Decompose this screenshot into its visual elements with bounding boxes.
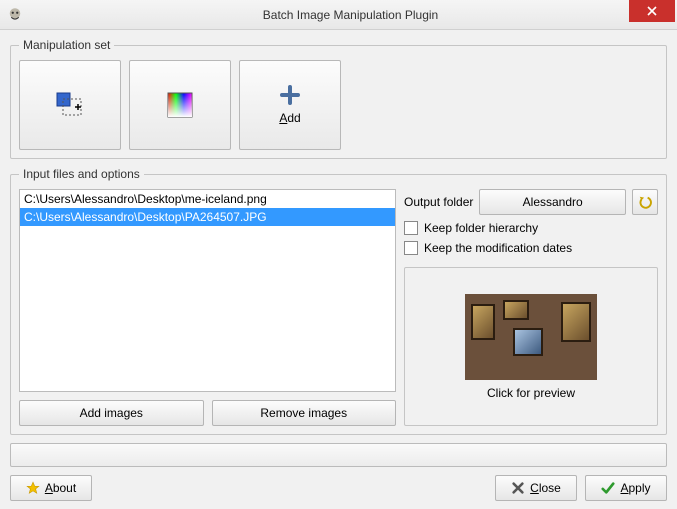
- manipulation-set-group: Manipulation set: [10, 38, 667, 159]
- bottom-button-row: About Close Apply: [10, 475, 667, 501]
- file-list[interactable]: C:\Users\Alessandro\Desktop\me-iceland.p…: [19, 189, 396, 392]
- apply-button[interactable]: Apply: [585, 475, 667, 501]
- app-icon: [6, 6, 24, 24]
- manipulation-add-button[interactable]: Add: [239, 60, 341, 150]
- manipulation-row: Add: [19, 60, 658, 150]
- window-close-button[interactable]: [629, 0, 675, 22]
- output-folder-button[interactable]: Alessandro: [479, 189, 626, 215]
- add-manipulation-label: Add: [279, 111, 300, 125]
- checkbox-icon: [404, 241, 418, 255]
- close-icon: [647, 6, 657, 16]
- star-icon: [26, 481, 40, 495]
- file-item[interactable]: C:\Users\Alessandro\Desktop\me-iceland.p…: [20, 190, 395, 208]
- keep-hierarchy-checkbox[interactable]: Keep folder hierarchy: [404, 221, 658, 235]
- plus-icon: [280, 85, 300, 105]
- preview-thumbnail: [465, 294, 597, 380]
- window-title: Batch Image Manipulation Plugin: [24, 8, 677, 22]
- cancel-icon: [511, 481, 525, 495]
- client-area: Manipulation set: [0, 30, 677, 509]
- check-icon: [601, 481, 615, 495]
- output-folder-label: Output folder: [404, 195, 473, 209]
- color-spectrum-icon: [166, 91, 194, 119]
- manipulation-color-button[interactable]: [129, 60, 231, 150]
- manipulation-crop-button[interactable]: [19, 60, 121, 150]
- files-left-pane: C:\Users\Alessandro\Desktop\me-iceland.p…: [19, 189, 396, 426]
- keep-dates-checkbox[interactable]: Keep the modification dates: [404, 241, 658, 255]
- about-button[interactable]: About: [10, 475, 92, 501]
- progress-bar: [10, 443, 667, 467]
- output-folder-reset-button[interactable]: [632, 189, 658, 215]
- file-item[interactable]: C:\Users\Alessandro\Desktop\PA264507.JPG: [20, 208, 395, 226]
- remove-images-button[interactable]: Remove images: [212, 400, 397, 426]
- title-bar: Batch Image Manipulation Plugin: [0, 0, 677, 30]
- input-files-group: Input files and options C:\Users\Alessan…: [10, 167, 667, 435]
- files-right-pane: Output folder Alessandro Keep folder hie…: [404, 189, 658, 426]
- undo-arrow-icon: [638, 195, 652, 209]
- manipulation-set-legend: Manipulation set: [19, 38, 114, 52]
- preview-button[interactable]: Click for preview: [404, 267, 658, 426]
- crop-icon: [53, 90, 87, 120]
- close-button[interactable]: Close: [495, 475, 577, 501]
- add-images-button[interactable]: Add images: [19, 400, 204, 426]
- input-files-legend: Input files and options: [19, 167, 144, 181]
- checkbox-icon: [404, 221, 418, 235]
- preview-caption: Click for preview: [487, 386, 575, 400]
